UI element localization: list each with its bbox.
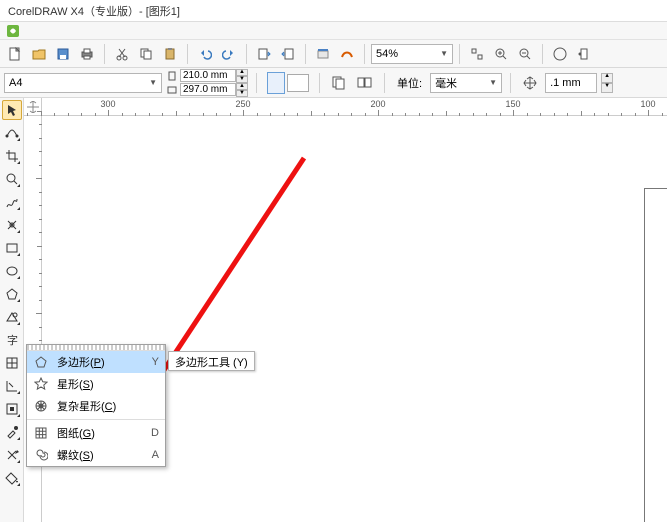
flyout-item-shortcut: D xyxy=(145,427,159,439)
chevron-down-icon: ▼ xyxy=(149,78,157,87)
ellipse-tool[interactable] xyxy=(2,261,22,281)
chevron-down-icon: ▼ xyxy=(489,78,497,87)
save-button[interactable] xyxy=(52,43,74,65)
dimension-tool[interactable] xyxy=(2,376,22,396)
copy-button[interactable] xyxy=(135,43,157,65)
zoomin-button[interactable] xyxy=(490,43,512,65)
open-button[interactable] xyxy=(28,43,50,65)
menubar xyxy=(0,22,667,40)
undo-button[interactable] xyxy=(194,43,216,65)
text-tool[interactable]: 字 xyxy=(2,330,22,350)
zoom-tool[interactable] xyxy=(2,169,22,189)
complexstar-icon xyxy=(33,399,49,413)
width-icon xyxy=(166,71,180,81)
pages-button1[interactable] xyxy=(328,72,350,94)
new-button[interactable] xyxy=(4,43,26,65)
interactive-tool[interactable] xyxy=(2,399,22,419)
options-button[interactable] xyxy=(573,43,595,65)
graph-icon xyxy=(33,426,49,440)
print-button[interactable] xyxy=(76,43,98,65)
ruler-horizontal: 30025020015010050 xyxy=(42,98,667,116)
pages-button2[interactable] xyxy=(354,72,376,94)
nudge-icon xyxy=(519,72,541,94)
paper-value: A4 xyxy=(9,77,22,89)
snap-button[interactable] xyxy=(466,43,488,65)
polygon-tool[interactable] xyxy=(2,284,22,304)
units-combo[interactable]: 毫米 ▼ xyxy=(430,73,502,93)
units-label: 单位: xyxy=(397,75,422,91)
svg-text:字: 字 xyxy=(7,333,18,347)
table-tool[interactable] xyxy=(2,353,22,373)
separator xyxy=(27,419,165,420)
pentagon-icon xyxy=(33,355,49,369)
tooltip: 多边形工具 (Y) xyxy=(168,351,255,371)
flyout-item-label: 螺纹(S) xyxy=(57,447,137,463)
help-button[interactable] xyxy=(549,43,571,65)
basicshapes-tool[interactable] xyxy=(2,307,22,327)
spin-buttons[interactable]: ▲▼ xyxy=(236,69,248,82)
flyout-item-label: 星形(S) xyxy=(57,376,137,392)
page-boundary xyxy=(644,188,667,522)
toolbox: 字 xyxy=(0,98,24,522)
import-button[interactable] xyxy=(253,43,275,65)
flyout-item-spiral[interactable]: 螺纹(S) A xyxy=(27,444,165,466)
window-title: CorelDRAW X4（专业版）- [图形1] xyxy=(0,0,667,22)
flyout-item-graph[interactable]: 图纸(G) D xyxy=(27,422,165,444)
zoomout-button[interactable] xyxy=(514,43,536,65)
spin-buttons[interactable]: ▲▼ xyxy=(601,73,613,93)
landscape-button[interactable] xyxy=(287,74,309,92)
app-icon xyxy=(6,24,20,38)
flyout-item-star[interactable]: 星形(S) xyxy=(27,373,165,395)
export-button[interactable] xyxy=(277,43,299,65)
smart-tool[interactable] xyxy=(2,215,22,235)
pick-tool[interactable] xyxy=(2,100,22,120)
fill-tool[interactable] xyxy=(2,468,22,488)
appstart-button[interactable] xyxy=(312,43,334,65)
rectangle-tool[interactable] xyxy=(2,238,22,258)
chevron-down-icon: ▼ xyxy=(440,49,448,58)
orientation-group xyxy=(265,70,311,96)
paste-button[interactable] xyxy=(159,43,181,65)
spiral-icon xyxy=(33,448,49,462)
units-value: 毫米 xyxy=(435,75,457,91)
page-size-spinners: ▲▼ ▲▼ xyxy=(166,69,248,97)
polygon-flyout: 多边形(P) Y 星形(S) 复杂星形(C) 图纸(G) D 螺纹(S) A xyxy=(26,344,166,467)
spin-buttons[interactable]: ▲▼ xyxy=(236,83,248,96)
cut-button[interactable] xyxy=(111,43,133,65)
nudge-value: .1 mm xyxy=(550,77,581,89)
flyout-item-shortcut: Y xyxy=(145,356,159,368)
outline-tool[interactable] xyxy=(2,445,22,465)
paper-combo[interactable]: A4 ▼ xyxy=(4,73,162,93)
star-icon xyxy=(33,377,49,391)
eyedropper-tool[interactable] xyxy=(2,422,22,442)
standard-toolbar: 54% ▼ xyxy=(0,40,667,68)
zoom-combo[interactable]: 54% ▼ xyxy=(371,44,453,64)
property-bar: A4 ▼ ▲▼ ▲▼ 单位: 毫米 ▼ .1 mm ▲▼ xyxy=(0,68,667,98)
height-icon xyxy=(166,85,180,95)
zoom-value: 54% xyxy=(376,48,398,60)
flyout-item-complexstar[interactable]: 复杂星形(C) xyxy=(27,395,165,417)
shape-tool[interactable] xyxy=(2,123,22,143)
portrait-button[interactable] xyxy=(267,72,285,94)
welcome-button[interactable] xyxy=(336,43,358,65)
flyout-item-label: 复杂星形(C) xyxy=(57,398,137,414)
nudge-input[interactable]: .1 mm xyxy=(545,73,597,93)
redo-button[interactable] xyxy=(218,43,240,65)
page-width-input[interactable] xyxy=(180,69,236,82)
crop-tool[interactable] xyxy=(2,146,22,166)
flyout-item-shortcut: A xyxy=(145,449,159,461)
flyout-item-pentagon[interactable]: 多边形(P) Y xyxy=(27,351,165,373)
flyout-item-label: 图纸(G) xyxy=(57,425,137,441)
page-height-input[interactable] xyxy=(180,83,236,96)
freehand-tool[interactable] xyxy=(2,192,22,212)
flyout-item-label: 多边形(P) xyxy=(57,354,137,370)
